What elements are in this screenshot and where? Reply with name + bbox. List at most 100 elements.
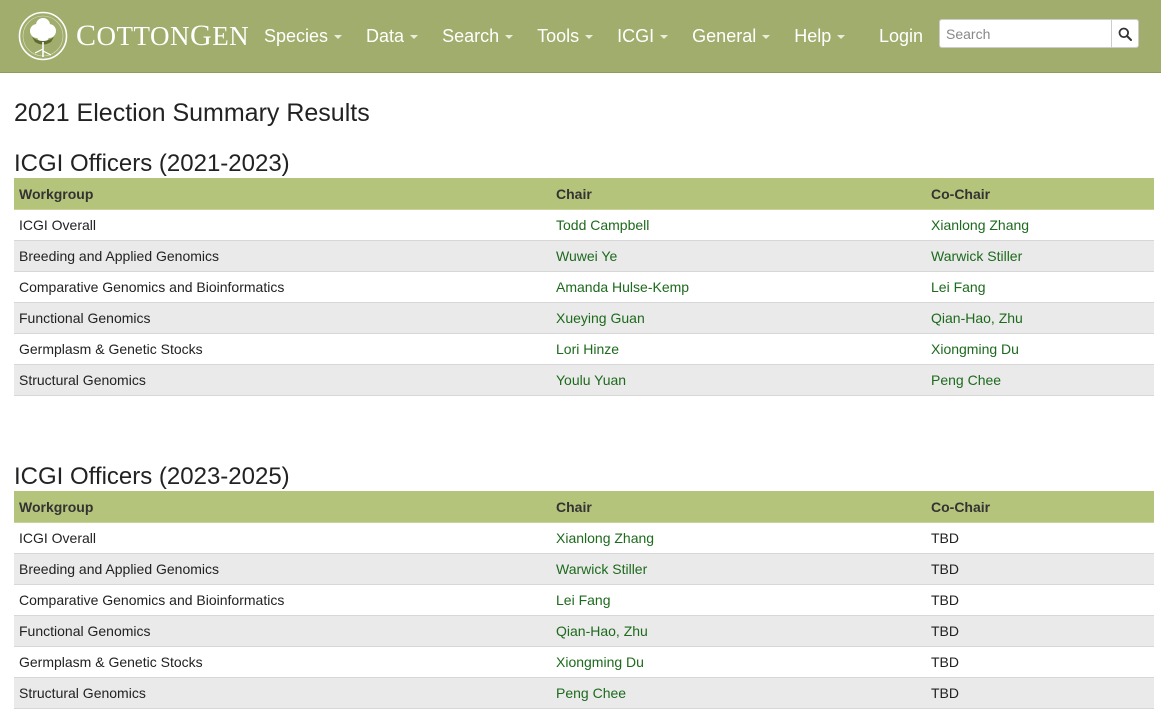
co-chair-link[interactable]: Qian-Hao, Zhu xyxy=(931,310,1023,326)
chair-link[interactable]: Xueying Guan xyxy=(556,310,645,326)
workgroup-cell: Comparative Genomics and Bioinformatics xyxy=(14,584,551,616)
chair-cell: Xiongming Du xyxy=(551,646,926,678)
chevron-down-icon xyxy=(410,35,419,39)
nav-search[interactable]: Search xyxy=(430,0,525,72)
nav-species-label: Species xyxy=(264,25,329,46)
table-header-row: Workgroup Chair Co-Chair xyxy=(14,178,1154,210)
table-row: ICGI Overall Todd Campbell Xianlong Zhan… xyxy=(14,209,1154,241)
co-chair-link[interactable]: Lei Fang xyxy=(931,279,985,295)
section-title-2023: ICGI Officers (2023-2025) xyxy=(14,463,290,490)
chair-link[interactable]: Warwick Stiller xyxy=(556,561,647,577)
table-row: Functional Genomics Qian-Hao, Zhu TBD xyxy=(14,615,1154,647)
workgroup-cell: Structural Genomics xyxy=(14,364,551,396)
nav-help[interactable]: Help xyxy=(782,0,857,72)
login-link[interactable]: Login xyxy=(879,0,923,72)
chair-link[interactable]: Lori Hinze xyxy=(556,341,619,357)
chair-cell: Warwick Stiller xyxy=(551,553,926,585)
main-menu: Species Data Search Tools ICGI General H… xyxy=(252,0,857,72)
chair-link[interactable]: Youlu Yuan xyxy=(556,372,626,388)
table-row: Germplasm & Genetic Stocks Lori Hinze Xi… xyxy=(14,333,1154,365)
co-chair-cell: TBD xyxy=(926,522,1154,554)
workgroup-cell: ICGI Overall xyxy=(14,209,551,241)
nav-help-label: Help xyxy=(794,25,832,46)
site-name: COTTONGEN xyxy=(76,19,250,52)
chevron-down-icon xyxy=(334,35,343,39)
site-search xyxy=(939,19,1139,48)
workgroup-cell: Breeding and Applied Genomics xyxy=(14,553,551,585)
chair-link[interactable]: Xiongming Du xyxy=(556,654,644,670)
chair-cell: Lori Hinze xyxy=(551,333,926,365)
search-input[interactable] xyxy=(939,19,1111,48)
chair-link[interactable]: Peng Chee xyxy=(556,685,626,701)
chevron-down-icon xyxy=(762,35,771,39)
workgroup-cell: Comparative Genomics and Bioinformatics xyxy=(14,271,551,303)
nav-tools-label: Tools xyxy=(537,25,580,46)
chair-cell: Lei Fang xyxy=(551,584,926,616)
page-title: 2021 Election Summary Results xyxy=(14,99,370,127)
column-header-workgroup: Workgroup xyxy=(14,178,551,210)
table-row: Germplasm & Genetic Stocks Xiongming Du … xyxy=(14,646,1154,678)
chair-cell: Wuwei Ye xyxy=(551,240,926,272)
co-chair-link[interactable]: Peng Chee xyxy=(931,372,1001,388)
column-header-chair: Chair xyxy=(551,491,926,523)
chair-link[interactable]: Wuwei Ye xyxy=(556,248,617,264)
chair-cell: Todd Campbell xyxy=(551,209,926,241)
co-chair-cell: TBD xyxy=(926,615,1154,647)
co-chair-cell: TBD xyxy=(926,646,1154,678)
search-button[interactable] xyxy=(1111,19,1139,48)
chair-link[interactable]: Qian-Hao, Zhu xyxy=(556,623,648,639)
chair-cell: Peng Chee xyxy=(551,677,926,709)
chevron-down-icon xyxy=(837,35,846,39)
workgroup-cell: ICGI Overall xyxy=(14,522,551,554)
co-chair-cell: TBD xyxy=(926,677,1154,709)
co-chair-cell: Warwick Stiller xyxy=(926,240,1154,272)
nav-data[interactable]: Data xyxy=(354,0,430,72)
workgroup-cell: Structural Genomics xyxy=(14,677,551,709)
workgroup-cell: Functional Genomics xyxy=(14,615,551,647)
nav-tools[interactable]: Tools xyxy=(525,0,605,72)
column-header-co-chair: Co-Chair xyxy=(926,491,1154,523)
nav-general[interactable]: General xyxy=(680,0,782,72)
chair-link[interactable]: Xianlong Zhang xyxy=(556,530,654,546)
table-row: Breeding and Applied Genomics Wuwei Ye W… xyxy=(14,240,1154,272)
chair-cell: Qian-Hao, Zhu xyxy=(551,615,926,647)
co-chair-link[interactable]: Warwick Stiller xyxy=(931,248,1022,264)
chevron-down-icon xyxy=(585,35,594,39)
workgroup-cell: Germplasm & Genetic Stocks xyxy=(14,333,551,365)
workgroup-cell: Germplasm & Genetic Stocks xyxy=(14,646,551,678)
co-chair-cell: Qian-Hao, Zhu xyxy=(926,302,1154,334)
co-chair-cell: TBD xyxy=(926,553,1154,585)
top-navbar: COTTONGEN Species Data Search Tools ICGI… xyxy=(0,0,1161,73)
co-chair-cell: Lei Fang xyxy=(926,271,1154,303)
chair-link[interactable]: Amanda Hulse-Kemp xyxy=(556,279,689,295)
chair-link[interactable]: Todd Campbell xyxy=(556,217,649,233)
chevron-down-icon xyxy=(505,35,514,39)
workgroup-cell: Breeding and Applied Genomics xyxy=(14,240,551,272)
table-row: Comparative Genomics and Bioinformatics … xyxy=(14,584,1154,616)
table-row: Structural Genomics Peng Chee TBD xyxy=(14,677,1154,709)
co-chair-link[interactable]: Xianlong Zhang xyxy=(931,217,1029,233)
section-title-2021: ICGI Officers (2021-2023) xyxy=(14,150,290,177)
nav-species[interactable]: Species xyxy=(252,0,354,72)
cotton-boll-icon xyxy=(18,11,68,61)
co-chair-cell: TBD xyxy=(926,584,1154,616)
co-chair-link[interactable]: Xiongming Du xyxy=(931,341,1019,357)
officers-table-2021: Workgroup Chair Co-Chair ICGI Overall To… xyxy=(14,178,1154,396)
co-chair-cell: Xianlong Zhang xyxy=(926,209,1154,241)
table-row: Structural Genomics Youlu Yuan Peng Chee xyxy=(14,364,1154,396)
nav-data-label: Data xyxy=(366,25,405,46)
column-header-chair: Chair xyxy=(551,178,926,210)
cottongen-logo[interactable]: COTTONGEN xyxy=(18,10,249,62)
co-chair-cell: Xiongming Du xyxy=(926,333,1154,365)
chair-link[interactable]: Lei Fang xyxy=(556,592,610,608)
nav-general-label: General xyxy=(692,25,757,46)
table-row: Comparative Genomics and Bioinformatics … xyxy=(14,271,1154,303)
nav-icgi[interactable]: ICGI xyxy=(605,0,680,72)
table-row: Functional Genomics Xueying Guan Qian-Ha… xyxy=(14,302,1154,334)
nav-icgi-label: ICGI xyxy=(617,25,655,46)
co-chair-cell: Peng Chee xyxy=(926,364,1154,396)
search-icon xyxy=(1118,27,1132,41)
nav-search-label: Search xyxy=(442,25,500,46)
chair-cell: Youlu Yuan xyxy=(551,364,926,396)
chair-cell: Xianlong Zhang xyxy=(551,522,926,554)
